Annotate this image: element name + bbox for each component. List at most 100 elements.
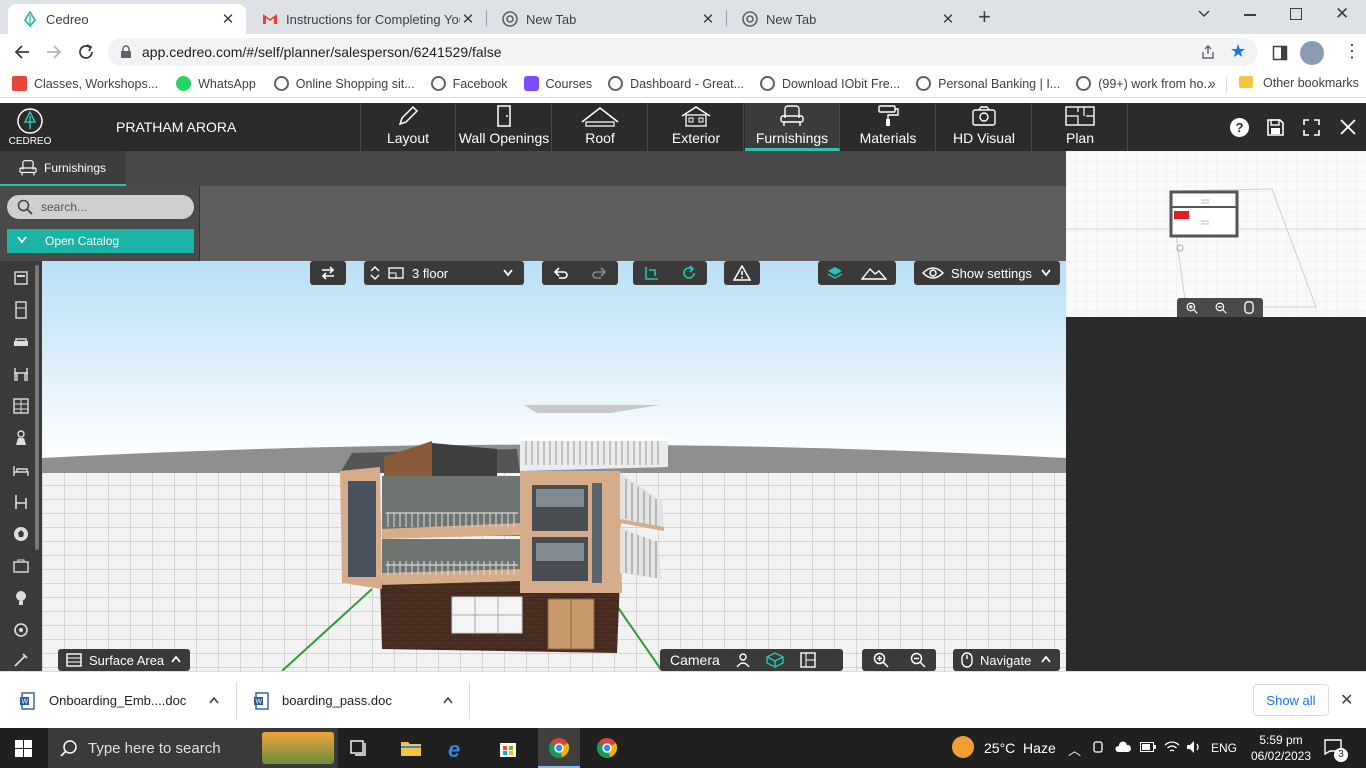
window-close-button[interactable]: ✕: [1335, 4, 1349, 24]
reload-icon[interactable]: [77, 43, 95, 61]
close-icon[interactable]: ✕: [700, 11, 716, 28]
close-downloads-icon[interactable]: ✕: [1340, 690, 1353, 710]
fullscreen-icon[interactable]: [1302, 118, 1321, 137]
weather-icon[interactable]: [952, 736, 974, 758]
nav-plan[interactable]: Plan: [1033, 103, 1128, 151]
windows-start-icon[interactable]: [15, 740, 32, 757]
chair-icon[interactable]: [11, 492, 31, 512]
forward-arrow-icon[interactable]: [45, 43, 63, 61]
bookmark-item[interactable]: Facebook: [430, 76, 508, 91]
plan-view-icon[interactable]: [800, 652, 816, 668]
nav-wall-openings[interactable]: Wall Openings: [457, 103, 552, 151]
bed-icon[interactable]: [11, 460, 31, 480]
task-view-icon[interactable]: [350, 739, 370, 757]
internet-explorer-icon[interactable]: e: [448, 737, 460, 763]
terrain-icon[interactable]: [861, 265, 887, 281]
share-icon[interactable]: [1200, 44, 1216, 60]
bathroom-icon[interactable]: [11, 428, 31, 448]
undo-icon[interactable]: [553, 266, 569, 280]
nav-furnishings[interactable]: Furnishings: [745, 103, 840, 151]
volume-icon[interactable]: [1186, 740, 1202, 754]
person-view-icon[interactable]: [736, 652, 750, 668]
nav-hd-visual[interactable]: HD Visual: [937, 103, 1032, 151]
rotate-tool-icon[interactable]: [681, 265, 697, 281]
show-settings-button[interactable]: Show settings: [914, 261, 1060, 285]
cloud-icon[interactable]: [1114, 741, 1132, 753]
close-app-icon[interactable]: [1338, 117, 1358, 137]
taskbar-search-input[interactable]: Type here to search: [48, 728, 338, 768]
bookmark-item[interactable]: (99+) work from ho...: [1076, 76, 1214, 91]
zoom-out-icon[interactable]: [1215, 302, 1227, 314]
close-icon[interactable]: ✕: [940, 11, 956, 28]
storage-icon[interactable]: [11, 556, 31, 576]
bookmark-item[interactable]: Classes, Workshops...: [12, 76, 158, 91]
kitchen-icon[interactable]: [11, 268, 31, 288]
surface-area-button[interactable]: Surface Area: [58, 649, 190, 671]
bookmark-item[interactable]: Online Shopping sit...: [273, 76, 415, 91]
bookmark-item[interactable]: Download IObit Fre...: [760, 76, 900, 91]
other-bookmarks[interactable]: Other bookmarks: [1263, 76, 1359, 90]
nav-layout[interactable]: Layout: [361, 103, 456, 151]
weather-text[interactable]: 25°C Haze: [984, 740, 1056, 756]
open-catalog-button[interactable]: Open Catalog: [7, 229, 194, 253]
zoom-out-icon[interactable]: [910, 652, 926, 668]
floor-selector[interactable]: 3 floor: [364, 261, 524, 285]
clock[interactable]: 5:59 pm 06/02/2023: [1250, 732, 1312, 764]
layers-icon[interactable]: [827, 265, 843, 281]
nav-exterior[interactable]: Exterior: [649, 103, 744, 151]
chrome-taskbar-active[interactable]: [538, 728, 580, 768]
dining-icon[interactable]: [11, 364, 31, 384]
3d-view-icon[interactable]: [765, 652, 784, 668]
new-tab-button[interactable]: +: [978, 6, 991, 28]
help-icon[interactable]: ?: [1230, 118, 1249, 137]
tab-cedreo[interactable]: Cedreo ✕: [8, 4, 246, 34]
language-indicator[interactable]: ENG: [1211, 741, 1237, 755]
wall-tool-icon[interactable]: [644, 265, 660, 281]
nav-materials[interactable]: Materials: [841, 103, 936, 151]
chrome-icon[interactable]: [596, 737, 618, 759]
bookmark-item[interactable]: Dashboard - Great...: [608, 76, 744, 91]
download-item[interactable]: W Onboarding_Emb....doc: [20, 672, 234, 729]
back-arrow-icon[interactable]: [13, 43, 31, 61]
meet-icon[interactable]: [1092, 740, 1106, 754]
tab-gmail[interactable]: Instructions for Completing Your ✕: [248, 4, 486, 34]
close-icon[interactable]: ✕: [220, 11, 236, 28]
switch-view-button[interactable]: [310, 261, 346, 285]
tools-icon[interactable]: [11, 650, 31, 670]
wifi-icon[interactable]: [1164, 740, 1180, 754]
lock-icon[interactable]: [120, 45, 132, 59]
appliance-icon[interactable]: [11, 300, 31, 320]
3d-viewport[interactable]: [42, 261, 1066, 671]
url-omnibox[interactable]: app.cedreo.com/#/self/planner/salesperso…: [108, 38, 1258, 66]
zoom-in-icon[interactable]: [1186, 302, 1198, 314]
tab-new-tab-2[interactable]: New Tab ✕: [728, 4, 966, 34]
close-icon[interactable]: ✕: [460, 11, 476, 28]
bookmark-item[interactable]: Personal Banking | I...: [916, 76, 1060, 91]
hand-icon[interactable]: [1244, 301, 1255, 314]
cedreo-logo[interactable]: CEDREO: [6, 107, 54, 147]
download-item[interactable]: W boarding_pass.doc: [254, 672, 468, 729]
store-icon[interactable]: [498, 738, 518, 758]
side-panel-icon[interactable]: [1272, 45, 1288, 61]
bookmark-item[interactable]: WhatsApp: [176, 76, 256, 91]
file-explorer-icon[interactable]: [400, 739, 422, 757]
bookmark-star-icon[interactable]: ★: [1230, 41, 1246, 62]
decoration-icon[interactable]: [11, 620, 31, 640]
show-all-button[interactable]: Show all: [1253, 684, 1329, 716]
save-icon[interactable]: [1266, 118, 1285, 137]
minimize-button[interactable]: [1244, 14, 1256, 16]
more-bookmarks-button[interactable]: »: [1208, 75, 1216, 91]
show-hidden-icons[interactable]: ︿: [1068, 740, 1081, 759]
lamp-icon[interactable]: [11, 588, 31, 608]
warning-button[interactable]: [724, 261, 760, 285]
battery-icon[interactable]: [1140, 742, 1156, 752]
browser-menu-icon[interactable]: ⋮: [1343, 42, 1361, 60]
ball-icon[interactable]: [11, 524, 31, 544]
sofa-icon[interactable]: [11, 332, 31, 352]
zoom-in-icon[interactable]: [873, 652, 889, 668]
bookmark-item[interactable]: Courses: [523, 76, 592, 91]
scrollbar[interactable]: [35, 265, 39, 550]
navigate-button[interactable]: Navigate: [953, 649, 1060, 671]
profile-avatar[interactable]: [1300, 41, 1324, 65]
tab-furnishings[interactable]: Furnishings: [0, 151, 126, 186]
